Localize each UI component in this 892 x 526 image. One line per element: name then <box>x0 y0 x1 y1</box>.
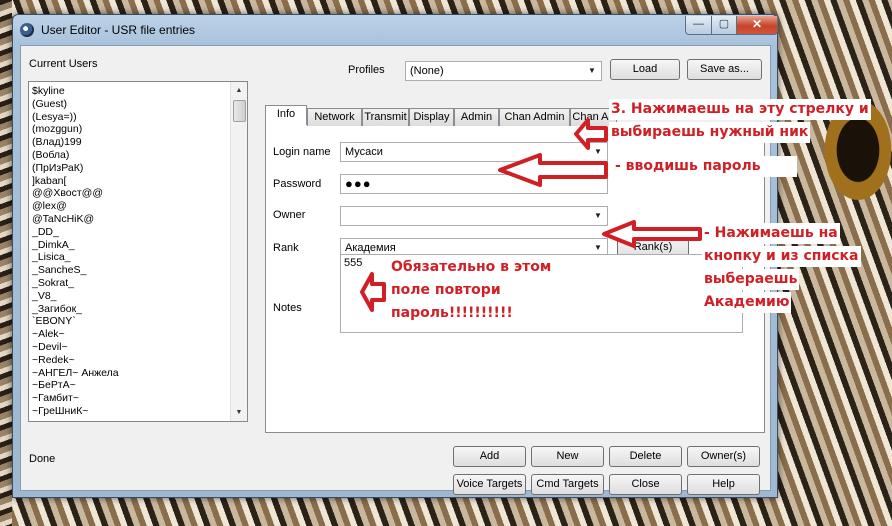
owner-dropdown-arrow-icon[interactable]: ▼ <box>590 208 606 224</box>
rank-label: Rank <box>273 242 299 254</box>
password-label: Password <box>273 178 322 190</box>
user-list-item[interactable]: (Guest) <box>32 98 67 111</box>
profiles-label: Profiles <box>348 64 385 76</box>
load-button[interactable]: Load <box>610 59 680 80</box>
cmd-targets-button[interactable]: Cmd Targets <box>531 474 604 495</box>
user-list-item[interactable]: _DimkA_ <box>32 239 75 252</box>
close-window-button[interactable]: ✕ <box>736 16 778 35</box>
help-button[interactable]: Help <box>687 474 760 495</box>
rank-annotation-line1: - Нажимаешь на <box>702 223 840 244</box>
login-name-label: Login name <box>273 146 331 158</box>
step3-annotation-line2: выбираешь нужный ник <box>609 122 811 143</box>
maximize-button[interactable]: ▢ <box>711 16 737 35</box>
notes-annotation-line3: пароль!!!!!!!!!! <box>391 305 513 321</box>
user-list-item[interactable]: _Sokrat_ <box>32 277 74 290</box>
tab-transmit[interactable]: Transmit <box>362 108 409 126</box>
app-icon <box>20 23 34 37</box>
user-list-item[interactable]: ~Гамбит~ <box>32 392 79 405</box>
login-dropdown-arrow-icon[interactable]: ▼ <box>590 144 606 160</box>
minimize-button[interactable]: — <box>685 16 712 35</box>
user-list-item[interactable]: (Влад)199 <box>32 136 82 149</box>
notes-annotation-line1: Обязательно в этом <box>391 259 552 275</box>
add-button[interactable]: Add <box>453 446 526 467</box>
rank-annotation-line4: Академию <box>702 292 792 313</box>
password-annotation: - вводишь пароль <box>611 156 797 177</box>
tab-display[interactable]: Display <box>409 108 454 126</box>
user-list-item[interactable]: ]kaban[ <box>32 175 66 188</box>
status-text: Done <box>29 453 56 465</box>
save-as-button[interactable]: Save as... <box>687 59 762 80</box>
tab-chan-admin[interactable]: Chan Admin <box>499 108 570 126</box>
rank-value: Академия <box>345 242 396 254</box>
delete-button[interactable]: Delete <box>609 446 682 467</box>
scroll-thumb[interactable] <box>233 100 246 122</box>
notes-annotation-line2: поле повтори <box>391 282 501 298</box>
rank-annotation-line3: выбераешь <box>702 269 800 290</box>
new-button[interactable]: New <box>531 446 604 467</box>
login-name-value: Мусаси <box>345 146 383 158</box>
user-list-item[interactable]: _Загибок_ <box>32 303 82 316</box>
user-list-item[interactable]: _SancheS_ <box>32 264 86 277</box>
user-list-item[interactable]: @TaNcHiK@ <box>32 213 94 226</box>
notes-label: Notes <box>273 302 302 314</box>
user-list-item[interactable]: (ПрИзРаК) <box>32 162 83 175</box>
tab-admin[interactable]: Admin <box>454 108 499 126</box>
user-list-item[interactable]: ~Devil~ <box>32 341 68 354</box>
scroll-down-arrow-icon[interactable]: ▼ <box>231 404 247 421</box>
user-list-item[interactable]: $kyline <box>32 85 65 98</box>
user-list-item[interactable]: ~БеРтА~ <box>32 379 76 392</box>
password-input[interactable]: ●●● <box>340 174 608 194</box>
tab-info[interactable]: Info <box>265 105 307 125</box>
users-scrollbar[interactable]: ▲ ▼ <box>230 82 247 421</box>
tab-network[interactable]: Network <box>307 108 362 126</box>
owner-combo[interactable]: ▼ <box>340 206 608 226</box>
user-list-item[interactable]: @lex@ <box>32 200 67 213</box>
current-users-label: Current Users <box>29 58 98 70</box>
user-list-item[interactable]: ~ГреШниК~ <box>32 405 88 418</box>
user-list-item[interactable]: ~Redek~ <box>32 354 75 367</box>
user-list-item[interactable]: ~Alek~ <box>32 328 65 341</box>
profiles-dropdown-arrow-icon[interactable]: ▼ <box>584 63 600 79</box>
login-name-combo[interactable]: Мусаси ▼ <box>340 142 608 162</box>
scroll-up-arrow-icon[interactable]: ▲ <box>231 82 247 99</box>
owners-button[interactable]: Owner(s) <box>687 446 760 467</box>
desktop-edge <box>0 0 12 526</box>
user-editor-window: User Editor - USR file entries — ▢ ✕ Cur… <box>12 14 778 498</box>
user-list-item[interactable]: `EBONY` <box>32 315 76 328</box>
profiles-combo[interactable]: (None) ▼ <box>405 61 602 81</box>
user-list-item[interactable]: (Lesya=)) <box>32 111 77 124</box>
profiles-value: (None) <box>410 65 444 77</box>
user-list-item[interactable]: _DD_ <box>32 226 59 239</box>
user-list-item[interactable]: @@Хвост@@ <box>32 187 103 200</box>
user-list-item[interactable]: (Вобла) <box>32 149 69 162</box>
user-list-item[interactable]: _V8_ <box>32 290 57 303</box>
owner-label: Owner <box>273 209 306 221</box>
voice-targets-button[interactable]: Voice Targets <box>453 474 526 495</box>
user-list-item[interactable]: _Lisica_ <box>32 251 71 264</box>
title-bar[interactable]: User Editor - USR file entries — ▢ ✕ <box>13 15 778 45</box>
close-button[interactable]: Close <box>609 474 682 495</box>
step3-annotation-line1: 3. Нажимаешь на эту стрелку и <box>609 99 871 120</box>
user-list-item[interactable]: ~АНГЕЛ~ Анжела <box>32 367 119 380</box>
window-title: User Editor - USR file entries <box>41 23 196 37</box>
rank-annotation-line2: кнопку и из списка <box>702 246 861 267</box>
user-list-item[interactable]: (mozggun) <box>32 123 82 136</box>
users-listbox[interactable]: $kyline (Guest) (Lesya=)) (mozggun) (Влад)19… <box>28 81 248 422</box>
